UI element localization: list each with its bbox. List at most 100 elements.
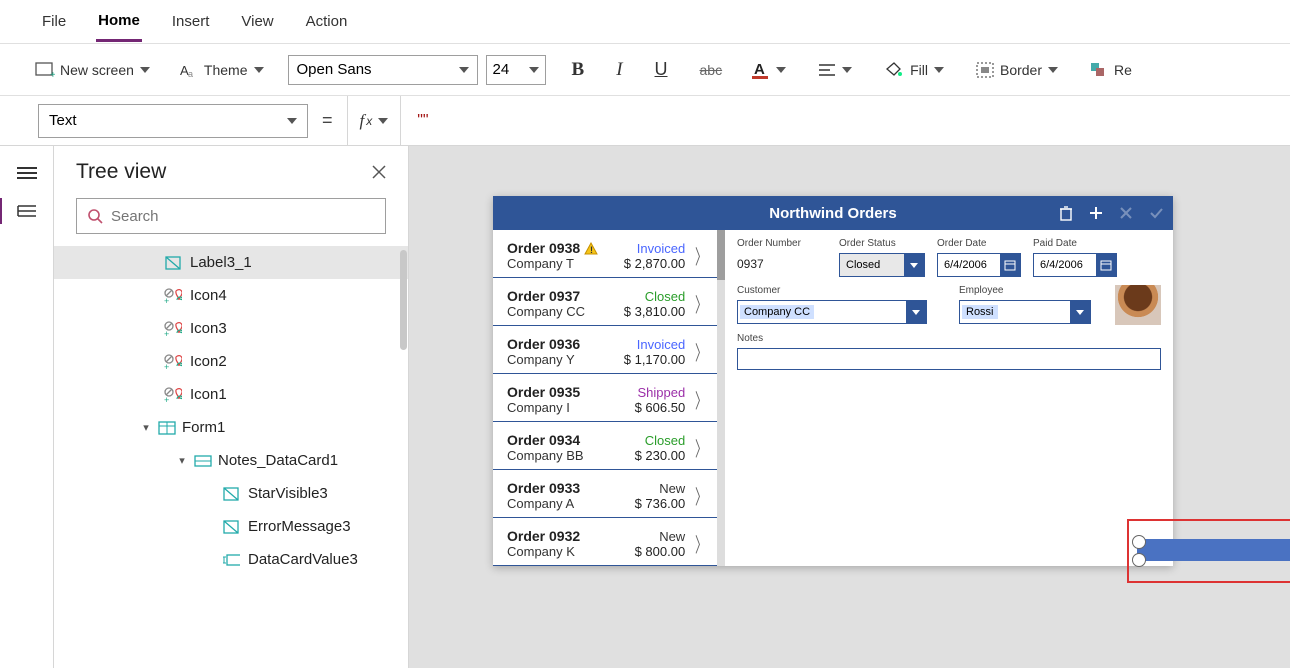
tree-item[interactable]: ▾Form1 (54, 411, 408, 444)
fx-icon: fx (360, 111, 373, 131)
menu-view[interactable]: View (239, 3, 275, 40)
tree-item[interactable]: DataCardValue3 (54, 543, 408, 576)
chevron-down-icon (934, 67, 944, 73)
order-company: Company BB (507, 448, 635, 463)
order-number-value: 0937 (737, 253, 827, 275)
chevron-down-icon (776, 67, 786, 73)
border-button[interactable]: Border (970, 58, 1064, 82)
tree-item[interactable]: +Icon2 (54, 345, 408, 378)
font-size-value: 24 (493, 61, 510, 78)
svg-text:+: + (50, 70, 55, 78)
border-label: Border (1000, 62, 1042, 78)
check-icon[interactable] (1147, 204, 1165, 222)
close-tree-button[interactable] (372, 165, 386, 179)
selected-control-overlay[interactable] (1129, 521, 1290, 581)
tree-view-rail-button[interactable] (15, 202, 39, 220)
tree-item[interactable]: ErrorMessage3 (54, 510, 408, 543)
chevron-down-icon (459, 67, 469, 73)
cancel-icon[interactable] (1117, 204, 1135, 222)
order-price: $ 230.00 (635, 448, 686, 463)
order-list-item[interactable]: Order 0936Company YInvoiced$ 1,170.00〉 (493, 326, 717, 374)
tree-item[interactable]: ▾Notes_DataCard1 (54, 444, 408, 477)
underline-button[interactable]: U (649, 55, 674, 84)
canvas: Northwind Orders Order 0938 !Company TIn… (409, 146, 1290, 668)
resize-handle[interactable] (1132, 553, 1146, 567)
reorder-button[interactable]: Re (1084, 58, 1138, 82)
notes-label: Notes (737, 333, 1161, 344)
theme-button[interactable]: Aa Theme (174, 57, 270, 83)
resize-handle[interactable] (1132, 535, 1146, 549)
order-list-item[interactable]: Order 0933Company ANew$ 736.00〉 (493, 470, 717, 518)
notes-input[interactable] (737, 348, 1161, 370)
order-list-item[interactable]: Order 0938 !Company TInvoiced$ 2,870.00〉 (493, 230, 717, 278)
tree-item[interactable]: +Icon1 (54, 378, 408, 411)
theme-icon: Aa (180, 61, 198, 79)
tree-item[interactable]: StarVisible3 (54, 477, 408, 510)
scrollbar-thumb[interactable] (400, 250, 407, 350)
order-list-scrollbar[interactable] (717, 230, 725, 566)
strikethrough-button[interactable]: abc (694, 58, 729, 82)
tree-search-input[interactable] (111, 208, 375, 225)
label-icon (222, 519, 240, 535)
warning-icon: ! (584, 242, 598, 255)
hamburger-button[interactable] (15, 164, 39, 182)
align-button[interactable] (812, 58, 858, 82)
order-list: Order 0938 !Company TInvoiced$ 2,870.00〉… (493, 230, 717, 566)
order-price: $ 2,870.00 (624, 256, 685, 271)
italic-button[interactable]: I (610, 55, 628, 85)
tree-item-label: StarVisible3 (248, 485, 328, 502)
fx-button[interactable]: fx (348, 111, 401, 131)
menu-action[interactable]: Action (304, 3, 350, 40)
property-value: Text (49, 112, 77, 129)
tree-search[interactable] (76, 198, 386, 234)
font-size-select[interactable]: 24 (486, 55, 546, 85)
paid-date-label: Paid Date (1033, 238, 1117, 249)
tree-list: Label3_1+Icon4+Icon3+Icon2+Icon1▾Form1▾N… (54, 246, 408, 668)
main-area: Tree view Label3_1+Icon4+Icon3+Icon2+Ico… (0, 146, 1290, 668)
formula-input[interactable]: "" (401, 96, 1290, 146)
formula-value: "" (417, 112, 428, 130)
theme-label: Theme (204, 62, 248, 78)
chevron-right-icon: 〉 (691, 289, 709, 318)
menu-home[interactable]: Home (96, 2, 142, 42)
fill-button[interactable]: Fill (878, 57, 950, 83)
order-list-item[interactable]: Order 0934Company BBClosed$ 230.00〉 (493, 422, 717, 470)
font-color-button[interactable]: A (746, 56, 792, 84)
font-select[interactable]: Open Sans (288, 55, 478, 85)
svg-text:+: + (164, 362, 169, 370)
bold-button[interactable]: B (566, 55, 591, 85)
tree-item[interactable]: Label3_1 (54, 246, 408, 279)
plus-icon[interactable] (1087, 204, 1105, 222)
order-name: Order 0934 (507, 432, 635, 448)
paid-date-value: 6/4/2006 (1034, 259, 1089, 271)
order-price: $ 3,810.00 (624, 304, 685, 319)
menu-insert[interactable]: Insert (170, 3, 212, 40)
order-list-item[interactable]: Order 0932Company KNew$ 800.00〉 (493, 518, 717, 566)
order-status: Invoiced (624, 241, 685, 256)
font-value: Open Sans (297, 61, 372, 78)
order-list-item[interactable]: Order 0937Company CCClosed$ 3,810.00〉 (493, 278, 717, 326)
property-select[interactable]: Text (38, 104, 308, 138)
customer-combo[interactable]: Company CC (737, 300, 927, 324)
trash-icon[interactable] (1057, 204, 1075, 222)
new-screen-button[interactable]: + New screen (30, 57, 156, 83)
order-date-label: Order Date (937, 238, 1021, 249)
chevron-down-icon (906, 301, 926, 323)
tree-item[interactable]: +Icon4 (54, 279, 408, 312)
paid-date-input[interactable]: 6/4/2006 (1033, 253, 1117, 277)
order-date-input[interactable]: 6/4/2006 (937, 253, 1021, 277)
menu-file[interactable]: File (40, 3, 68, 40)
employee-combo[interactable]: Rossi (959, 300, 1091, 324)
chevron-down-icon (904, 254, 924, 276)
chevron-down-icon (287, 118, 297, 124)
order-company: Company CC (507, 304, 624, 319)
order-status-combo[interactable]: Closed (839, 253, 925, 277)
order-list-item[interactable]: Order 0935Company IShipped$ 606.50〉 (493, 374, 717, 422)
border-icon (976, 62, 994, 78)
new-screen-icon: + (36, 61, 54, 79)
order-date-value: 6/4/2006 (938, 259, 993, 271)
tree-item-label: Icon3 (190, 320, 227, 337)
reorder-icon (1090, 62, 1108, 78)
fill-label: Fill (910, 62, 928, 78)
tree-item[interactable]: +Icon3 (54, 312, 408, 345)
